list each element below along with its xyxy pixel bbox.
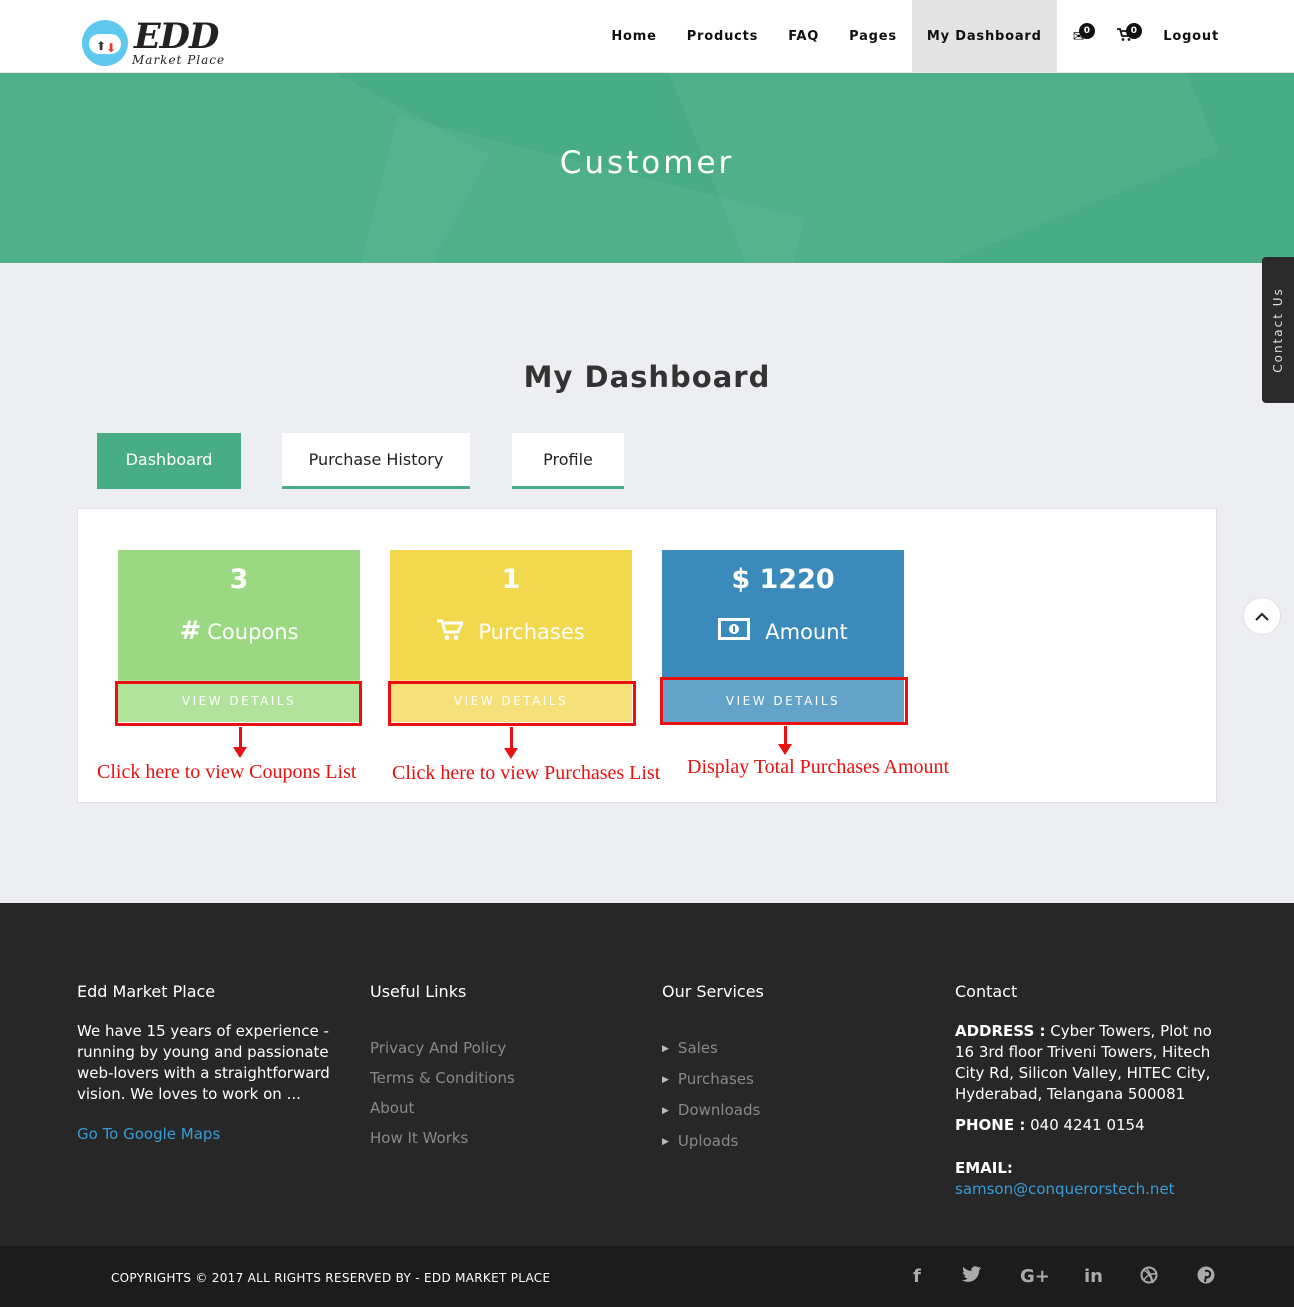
page-title: Customer xyxy=(559,145,735,181)
service-label: Uploads xyxy=(677,1132,739,1150)
purchases-count: 1 xyxy=(501,564,521,595)
cart-icon xyxy=(437,616,472,646)
service-item[interactable]: ▶ Sales xyxy=(662,1033,764,1064)
caret-right-icon: ▶ xyxy=(662,1044,669,1054)
purchases-arrow xyxy=(510,727,513,750)
service-label: Sales xyxy=(677,1039,718,1057)
caret-right-icon: ▶ xyxy=(662,1137,669,1147)
coupons-arrow-head xyxy=(233,747,247,758)
useful-links-list: Privacy And Policy Terms & Conditions Ab… xyxy=(370,1033,515,1153)
hero-banner: Customer xyxy=(0,73,1294,263)
contact-phone: PHONE : 040 4241 0154 xyxy=(955,1115,1225,1136)
email-link[interactable]: samson@conquerorstech.net xyxy=(955,1180,1175,1198)
coupons-highlight-box xyxy=(115,681,362,726)
coupons-arrow xyxy=(239,727,242,749)
footer-link-how-it-works[interactable]: How It Works xyxy=(370,1123,515,1153)
brand-logo[interactable]: ⬆ ⬇ EDD Market Place xyxy=(82,16,232,70)
site-header: ⬆ ⬇ EDD Market Place Home Products FAQ P… xyxy=(0,0,1294,73)
nav-logout[interactable]: Logout xyxy=(1148,0,1234,73)
twitter-icon[interactable] xyxy=(962,1266,982,1287)
brand-title: EDD xyxy=(134,16,219,57)
amount-annotation: Display Total Purchases Amount xyxy=(687,756,950,778)
amount-label-row: Amount xyxy=(662,616,904,646)
dribbble-icon[interactable] xyxy=(1140,1266,1158,1289)
nav-cart[interactable]: 0 xyxy=(1101,0,1148,73)
footer-about-heading: Edd Market Place xyxy=(77,982,216,1001)
cart-count-badge: 0 xyxy=(1126,23,1143,39)
coupons-label-row: # Coupons xyxy=(118,616,360,646)
mail-count-badge: 0 xyxy=(1079,23,1096,39)
amount-arrow-head xyxy=(778,744,792,755)
footer-link-privacy[interactable]: Privacy And Policy xyxy=(370,1033,515,1063)
footer-link-terms[interactable]: Terms & Conditions xyxy=(370,1063,515,1093)
nav-my-dashboard[interactable]: My Dashboard xyxy=(911,0,1057,73)
amount-total: $ 1220 xyxy=(731,564,835,595)
dashboard-title: My Dashboard xyxy=(523,360,771,394)
footer-useful-links: Useful Links Privacy And Policy Terms & … xyxy=(370,982,515,1153)
google-maps-link[interactable]: Go To Google Maps xyxy=(77,1125,337,1143)
caret-right-icon: ▶ xyxy=(662,1075,669,1085)
linkedin-icon[interactable]: in xyxy=(1084,1266,1103,1287)
purchases-annotation: Click here to view Purchases List xyxy=(392,762,661,784)
service-label: Downloads xyxy=(677,1101,761,1119)
coupons-annotation: Click here to view Coupons List xyxy=(97,761,357,783)
purchases-card-summary: 1 Purchases xyxy=(390,550,632,680)
main-nav: Home Products FAQ Pages My Dashboard ✉ 0… xyxy=(596,0,1234,73)
hash-icon: # xyxy=(179,616,202,646)
service-item[interactable]: ▶ Downloads xyxy=(662,1095,764,1126)
purchases-label: Purchases xyxy=(478,620,585,644)
email-label: EMAIL: xyxy=(955,1159,1013,1177)
phone-label: PHONE : xyxy=(955,1116,1026,1134)
scroll-top-button[interactable] xyxy=(1243,597,1281,635)
footer-contact-heading: Contact xyxy=(955,982,1018,1001)
coupons-count: 3 xyxy=(229,564,249,595)
google-plus-icon[interactable]: G+ xyxy=(1020,1266,1050,1287)
pinterest-icon[interactable] xyxy=(1197,1266,1215,1289)
nav-mail[interactable]: ✉ 0 xyxy=(1057,0,1102,73)
service-item[interactable]: ▶ Purchases xyxy=(662,1064,764,1095)
caret-right-icon: ▶ xyxy=(662,1106,669,1116)
footer-useful-links-heading: Useful Links xyxy=(370,982,467,1001)
money-icon xyxy=(718,616,759,646)
footer-about: Edd Market Place We have 15 years of exp… xyxy=(77,982,337,1143)
service-item[interactable]: ▶ Uploads xyxy=(662,1126,764,1157)
footer-about-text: We have 15 years of experience - running… xyxy=(77,1022,330,1103)
amount-arrow xyxy=(784,726,787,746)
tab-dashboard[interactable]: Dashboard xyxy=(97,433,241,489)
purchases-label-row: Purchases xyxy=(390,616,632,646)
service-label: Purchases xyxy=(677,1070,754,1088)
purchases-highlight-box xyxy=(388,681,636,726)
contact-address: ADDRESS : Cyber Towers, Plot no 16 3rd f… xyxy=(955,1021,1225,1105)
nav-faq[interactable]: FAQ xyxy=(773,0,834,73)
copyright-text: COPYRIGHTS © 2017 ALL RIGHTS RESERVED BY… xyxy=(111,1271,551,1285)
amount-card-summary: $ 1220 Amount xyxy=(662,550,904,680)
nav-pages[interactable]: Pages xyxy=(834,0,912,73)
bottom-bar: COPYRIGHTS © 2017 ALL RIGHTS RESERVED BY… xyxy=(0,1246,1294,1307)
footer-services: Our Services ▶ Sales ▶ Purchases ▶ Download… xyxy=(662,982,764,1157)
coupons-card-summary: 3 # Coupons xyxy=(118,550,360,680)
contact-email: EMAIL: samson@conquerorstech.net xyxy=(955,1158,1225,1200)
phone-value: 040 4241 0154 xyxy=(1030,1116,1145,1134)
tab-profile[interactable]: Profile xyxy=(512,433,624,489)
footer-contact: Contact ADDRESS : Cyber Towers, Plot no … xyxy=(955,982,1225,1200)
amount-label: Amount xyxy=(765,620,848,644)
coupons-label: Coupons xyxy=(207,620,299,644)
footer-link-about[interactable]: About xyxy=(370,1093,515,1123)
brand-subtitle: Market Place xyxy=(132,53,226,67)
facebook-icon[interactable]: f xyxy=(913,1266,921,1287)
tab-purchase-history[interactable]: Purchase History xyxy=(282,433,470,489)
services-list: ▶ Sales ▶ Purchases ▶ Downloads ▶ Uploads xyxy=(662,1033,764,1157)
site-footer: Edd Market Place We have 15 years of exp… xyxy=(0,903,1294,1246)
address-label: ADDRESS : xyxy=(955,1022,1046,1040)
amount-highlight-box xyxy=(660,677,908,725)
logo-cloud-icon: ⬆ ⬇ xyxy=(82,20,128,66)
purchases-arrow-head xyxy=(504,748,518,759)
chevron-up-icon xyxy=(1255,606,1269,625)
footer-services-heading: Our Services xyxy=(662,982,764,1001)
nav-products[interactable]: Products xyxy=(672,0,774,73)
nav-home[interactable]: Home xyxy=(596,0,671,73)
